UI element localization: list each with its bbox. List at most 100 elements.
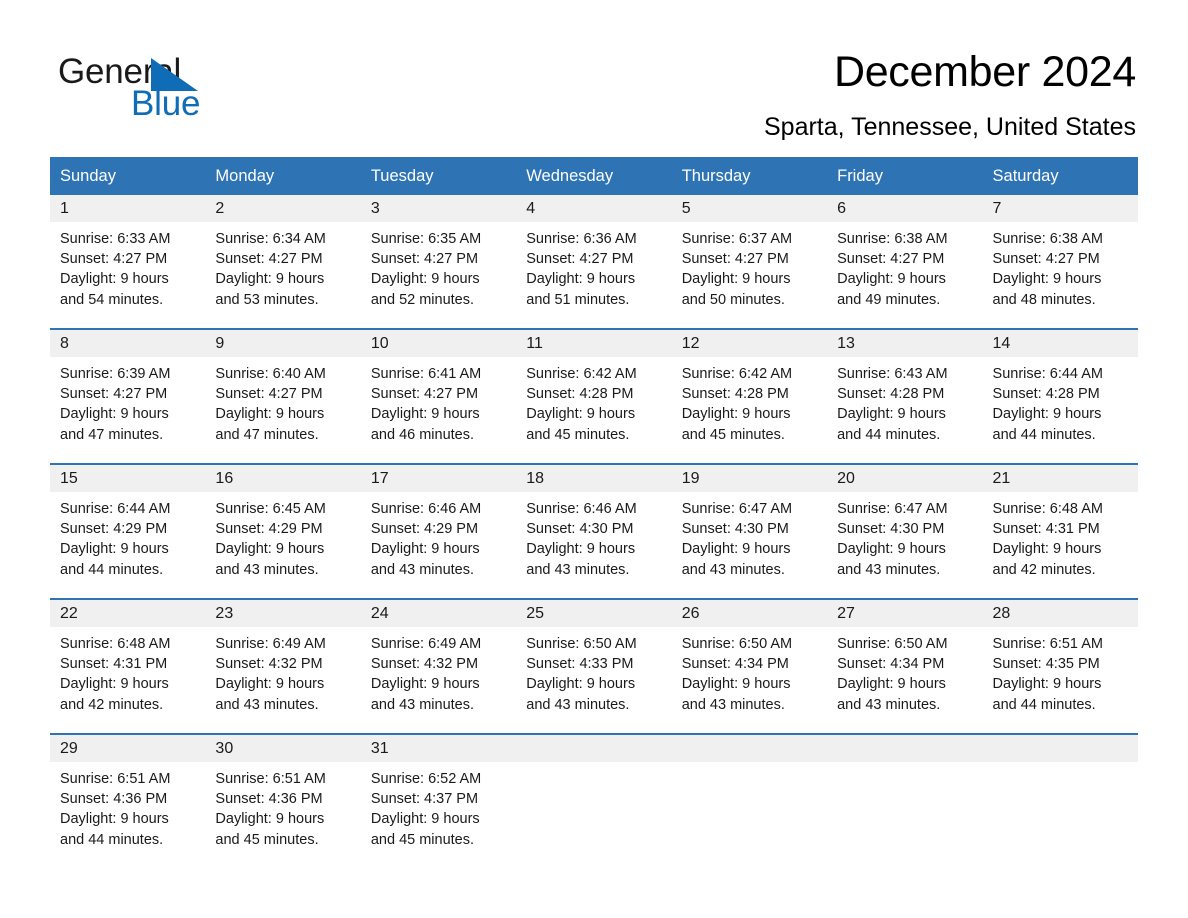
day-cell-inner bbox=[671, 735, 828, 868]
calendar-day-cell[interactable]: 16 Sunrise: 6:45 AM Sunset: 4:29 PM Dayligh… bbox=[205, 463, 361, 599]
calendar-day-cell[interactable]: 22 Sunrise: 6:48 AM Sunset: 4:31 PM Dayligh… bbox=[50, 598, 206, 734]
day-cell-inner: 21 Sunrise: 6:48 AM Sunset: 4:31 PM Dayligh… bbox=[982, 465, 1138, 598]
calendar-day-cell[interactable]: 14 Sunrise: 6:44 AM Sunset: 4:28 PM Dayligh… bbox=[982, 328, 1138, 464]
day-details: Sunrise: 6:46 AM Sunset: 4:29 PM Daylight:… bbox=[361, 492, 516, 580]
day-cell-inner: 26 Sunrise: 6:50 AM Sunset: 4:34 PM Dayligh… bbox=[671, 600, 828, 733]
daylight-text-line1: Daylight: 9 hours bbox=[681, 406, 791, 423]
daylight-text-line2: and 43 minutes. bbox=[526, 561, 630, 578]
sunrise-text: Sunrise: 6:51 AM bbox=[60, 771, 171, 787]
day-details: Sunrise: 6:51 AM Sunset: 4:35 PM Daylight:… bbox=[983, 627, 1138, 715]
day-cell-inner: 27 Sunrise: 6:50 AM Sunset: 4:34 PM Dayligh… bbox=[827, 600, 983, 733]
daylight-text-line2: and 43 minutes. bbox=[681, 561, 785, 578]
daylight-text-line1: Daylight: 9 hours bbox=[837, 406, 946, 423]
sunset-text: Sunset: 4:34 PM bbox=[681, 656, 789, 673]
day-number: 24 bbox=[360, 600, 517, 627]
calendar-day-cell[interactable]: 1 Sunrise: 6:33 AM Sunset: 4:27 PM Daylight… bbox=[50, 195, 206, 329]
daylight-text-line1: Daylight: 9 hours bbox=[370, 676, 480, 693]
day-details bbox=[516, 762, 671, 769]
calendar-day-cell[interactable]: 17 Sunrise: 6:46 AM Sunset: 4:29 PM Dayligh… bbox=[360, 463, 517, 599]
daylight-text-line1: Daylight: 9 hours bbox=[370, 271, 480, 288]
day-number: 14 bbox=[982, 330, 1138, 357]
sunset-text: Sunset: 4:27 PM bbox=[60, 386, 168, 403]
sunrise-text: Sunrise: 6:48 AM bbox=[992, 501, 1103, 517]
sunset-text: Sunset: 4:29 PM bbox=[370, 521, 479, 538]
daylight-text-line1: Daylight: 9 hours bbox=[681, 541, 791, 558]
calendar-day-cell[interactable]: 29 Sunrise: 6:51 AM Sunset: 4:36 PM Dayligh… bbox=[50, 733, 206, 868]
sunset-text: Sunset: 4:31 PM bbox=[992, 521, 1100, 538]
calendar-day-cell[interactable]: 11 Sunrise: 6:42 AM Sunset: 4:28 PM Dayligh… bbox=[516, 328, 672, 464]
daylight-text-line2: and 43 minutes. bbox=[215, 696, 319, 713]
calendar-day-cell[interactable]: 9 Sunrise: 6:40 AM Sunset: 4:27 PM Daylight… bbox=[205, 328, 361, 464]
day-cell-inner: 16 Sunrise: 6:45 AM Sunset: 4:29 PM Dayligh… bbox=[205, 465, 361, 598]
calendar-day-cell[interactable]: 15 Sunrise: 6:44 AM Sunset: 4:29 PM Dayligh… bbox=[50, 463, 206, 599]
calendar-day-cell[interactable]: 5 Sunrise: 6:37 AM Sunset: 4:27 PM Daylight… bbox=[671, 195, 828, 329]
calendar-day-cell[interactable]: 23 Sunrise: 6:49 AM Sunset: 4:32 PM Dayligh… bbox=[205, 598, 361, 734]
calendar-day-cell[interactable]: 21 Sunrise: 6:48 AM Sunset: 4:31 PM Dayligh… bbox=[982, 463, 1138, 599]
day-details: Sunrise: 6:38 AM Sunset: 4:27 PM Daylight:… bbox=[983, 222, 1138, 310]
calendar-day-cell-empty bbox=[982, 733, 1138, 868]
calendar-day-cell[interactable]: 31 Sunrise: 6:52 AM Sunset: 4:37 PM Dayligh… bbox=[360, 733, 517, 868]
calendar-day-cell[interactable]: 20 Sunrise: 6:47 AM Sunset: 4:30 PM Dayligh… bbox=[827, 463, 983, 599]
daylight-text-line2: and 44 minutes. bbox=[992, 696, 1096, 713]
day-number: 23 bbox=[205, 600, 361, 627]
calendar-week-row: 29 Sunrise: 6:51 AM Sunset: 4:36 PM Dayligh… bbox=[50, 733, 1138, 868]
sunset-text: Sunset: 4:29 PM bbox=[60, 521, 168, 538]
daylight-text-line1: Daylight: 9 hours bbox=[526, 406, 636, 423]
sunrise-text: Sunrise: 6:46 AM bbox=[370, 501, 482, 517]
calendar-day-cell[interactable]: 2 Sunrise: 6:34 AM Sunset: 4:27 PM Daylight… bbox=[205, 195, 361, 329]
sunrise-text: Sunrise: 6:42 AM bbox=[681, 366, 793, 382]
calendar-day-cell[interactable]: 28 Sunrise: 6:51 AM Sunset: 4:35 PM Dayligh… bbox=[982, 598, 1138, 734]
day-number: 2 bbox=[205, 195, 361, 222]
daylight-text-line2: and 53 minutes. bbox=[215, 291, 319, 308]
day-number: 31 bbox=[360, 735, 517, 762]
daylight-text-line2: and 43 minutes. bbox=[681, 696, 785, 713]
calendar-day-cell[interactable]: 4 Sunrise: 6:36 AM Sunset: 4:27 PM Daylight… bbox=[516, 195, 672, 329]
day-details: Sunrise: 6:42 AM Sunset: 4:28 PM Daylight:… bbox=[672, 357, 827, 445]
daylight-text-line2: and 49 minutes. bbox=[837, 291, 941, 308]
sunset-text: Sunset: 4:27 PM bbox=[526, 251, 634, 268]
day-cell-inner: 1 Sunrise: 6:33 AM Sunset: 4:27 PM Daylight… bbox=[50, 195, 206, 328]
calendar-day-cell[interactable]: 10 Sunrise: 6:41 AM Sunset: 4:27 PM Dayligh… bbox=[360, 328, 517, 464]
sunrise-text: Sunrise: 6:49 AM bbox=[215, 636, 326, 652]
sunset-text: Sunset: 4:27 PM bbox=[370, 251, 479, 268]
daylight-text-line1: Daylight: 9 hours bbox=[526, 271, 636, 288]
calendar-day-cell[interactable]: 18 Sunrise: 6:46 AM Sunset: 4:30 PM Dayligh… bbox=[516, 463, 672, 599]
calendar-day-cell[interactable]: 25 Sunrise: 6:50 AM Sunset: 4:33 PM Dayligh… bbox=[516, 598, 672, 734]
calendar-day-cell[interactable]: 13 Sunrise: 6:43 AM Sunset: 4:28 PM Dayligh… bbox=[827, 328, 983, 464]
calendar-day-cell[interactable]: 30 Sunrise: 6:51 AM Sunset: 4:36 PM Dayligh… bbox=[205, 733, 361, 868]
daylight-text-line1: Daylight: 9 hours bbox=[215, 541, 325, 558]
day-number: 7 bbox=[982, 195, 1138, 222]
daylight-text-line1: Daylight: 9 hours bbox=[60, 271, 169, 288]
weekday-header-friday: Friday bbox=[827, 157, 983, 195]
daylight-text-line2: and 43 minutes. bbox=[526, 696, 630, 713]
sunset-text: Sunset: 4:30 PM bbox=[681, 521, 789, 538]
calendar-day-cell[interactable]: 3 Sunrise: 6:35 AM Sunset: 4:27 PM Daylight… bbox=[360, 195, 517, 329]
calendar-day-cell[interactable]: 24 Sunrise: 6:49 AM Sunset: 4:32 PM Dayligh… bbox=[360, 598, 517, 734]
day-details: Sunrise: 6:35 AM Sunset: 4:27 PM Daylight:… bbox=[361, 222, 516, 310]
day-number bbox=[516, 735, 672, 762]
day-number: 11 bbox=[516, 330, 672, 357]
daylight-text-line1: Daylight: 9 hours bbox=[992, 271, 1102, 288]
calendar-day-cell[interactable]: 7 Sunrise: 6:38 AM Sunset: 4:27 PM Daylight… bbox=[982, 195, 1138, 329]
calendar-day-cell[interactable]: 12 Sunrise: 6:42 AM Sunset: 4:28 PM Dayligh… bbox=[671, 328, 828, 464]
day-number: 22 bbox=[50, 600, 206, 627]
day-details: Sunrise: 6:33 AM Sunset: 4:27 PM Daylight:… bbox=[50, 222, 205, 310]
day-details: Sunrise: 6:50 AM Sunset: 4:34 PM Daylight:… bbox=[672, 627, 827, 715]
day-number: 16 bbox=[205, 465, 361, 492]
calendar-day-cell-empty bbox=[671, 733, 828, 868]
general-blue-logo[interactable]: General Blue bbox=[58, 52, 358, 132]
daylight-text-line2: and 43 minutes. bbox=[837, 561, 941, 578]
daylight-text-line2: and 45 minutes. bbox=[681, 426, 785, 443]
sunset-text: Sunset: 4:28 PM bbox=[681, 386, 789, 403]
calendar-day-cell[interactable]: 27 Sunrise: 6:50 AM Sunset: 4:34 PM Dayligh… bbox=[827, 598, 983, 734]
day-number: 18 bbox=[516, 465, 672, 492]
daylight-text-line1: Daylight: 9 hours bbox=[681, 271, 791, 288]
calendar-day-cell[interactable]: 19 Sunrise: 6:47 AM Sunset: 4:30 PM Dayligh… bbox=[671, 463, 828, 599]
calendar-day-cell[interactable]: 6 Sunrise: 6:38 AM Sunset: 4:27 PM Daylight… bbox=[827, 195, 983, 329]
calendar-day-cell[interactable]: 8 Sunrise: 6:39 AM Sunset: 4:27 PM Daylight… bbox=[50, 328, 206, 464]
day-number: 5 bbox=[671, 195, 828, 222]
day-number bbox=[671, 735, 828, 762]
day-details bbox=[983, 762, 1138, 769]
day-cell-inner: 14 Sunrise: 6:44 AM Sunset: 4:28 PM Dayligh… bbox=[982, 330, 1138, 463]
calendar-day-cell[interactable]: 26 Sunrise: 6:50 AM Sunset: 4:34 PM Dayligh… bbox=[671, 598, 828, 734]
